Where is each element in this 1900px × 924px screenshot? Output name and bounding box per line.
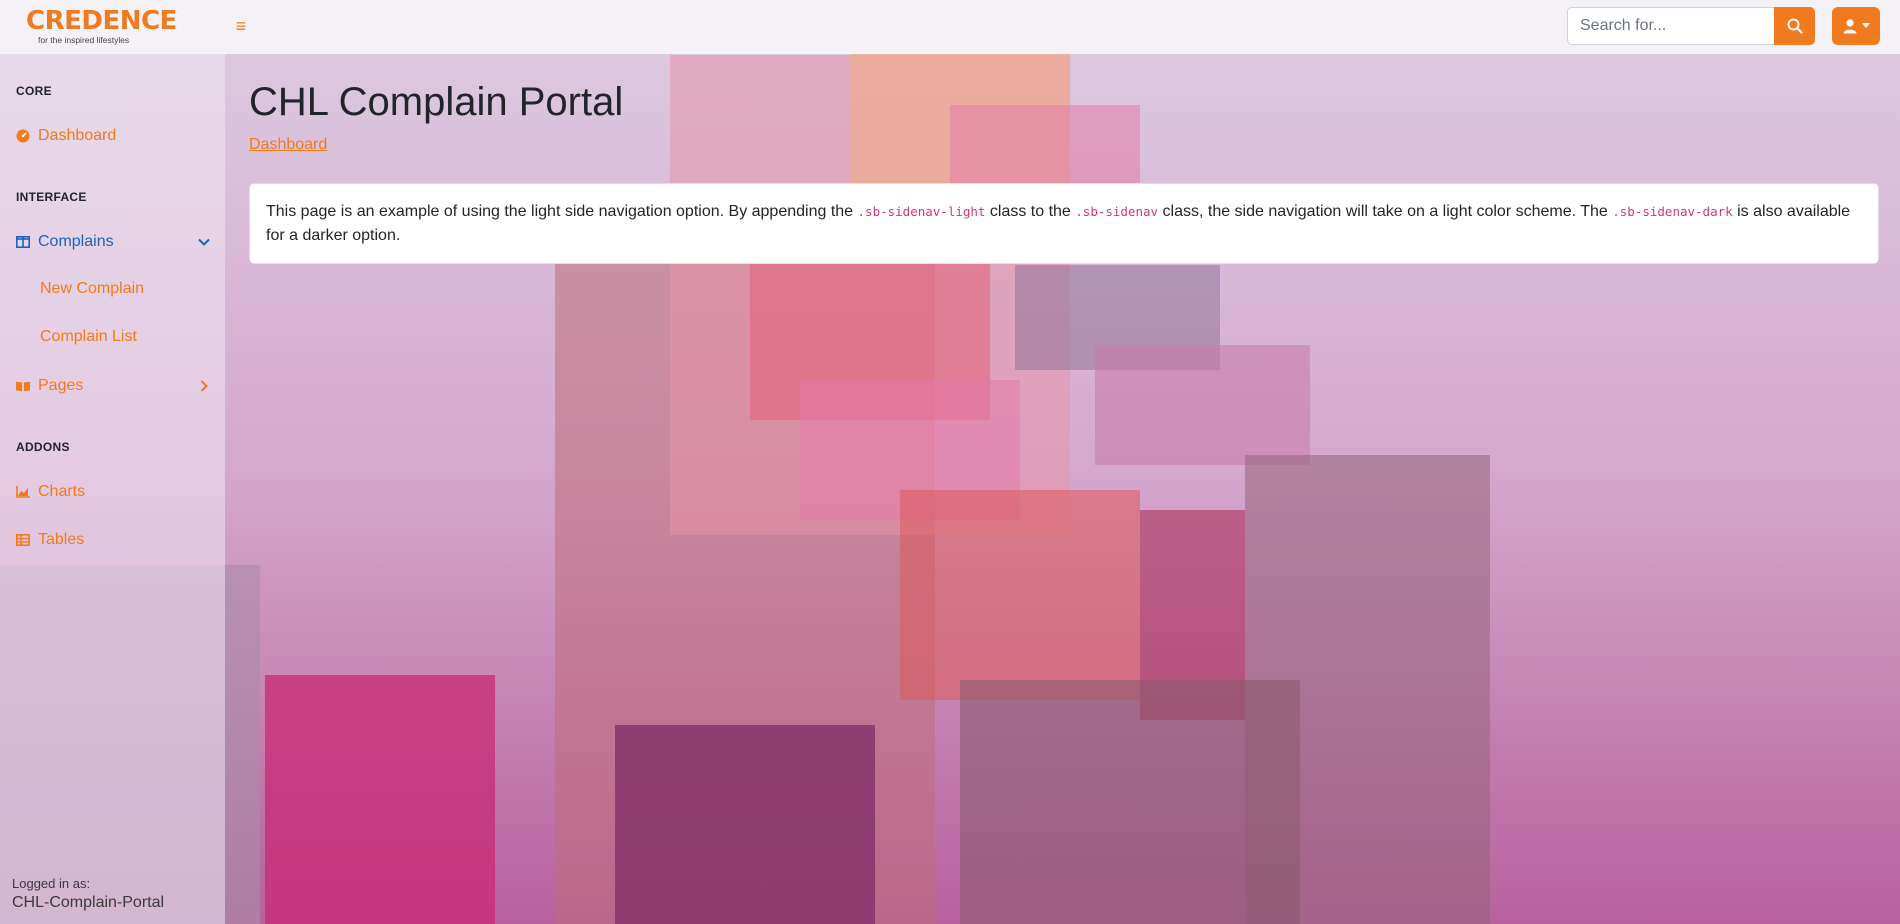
sidebar-item-complain-list[interactable]: Complain List [40,328,137,346]
book-open-icon [16,379,30,393]
code-sidenav-light: .sb-sidenav-light [857,204,986,219]
search-button[interactable] [1774,7,1815,45]
brand-logo[interactable]: CREDENCE for the inspired lifestyles [26,6,177,47]
sidebar-item-label: Pages [38,377,84,394]
sidebar-item-label: Tables [38,531,85,548]
sidebar-item-dashboard[interactable]: Dashboard [16,124,212,148]
brand-name: CREDENCE [26,6,177,36]
columns-icon [16,235,30,249]
sidebar-heading-core: CORE [16,84,52,98]
top-navbar: CREDENCE for the inspired lifestyles ≡ [0,0,1900,54]
brand-tagline: for the inspired lifestyles [38,35,130,45]
card-text-2: class to the [985,203,1076,220]
page-title: CHL Complain Portal [249,80,624,124]
logged-in-user: CHL-Complain-Portal [12,894,165,911]
sidebar-footer: Logged in as: CHL-Complain-Portal [12,876,164,912]
card-text-3: class, the side navigation will take on … [1158,203,1613,220]
sidebar-item-new-complain[interactable]: New Complain [40,280,144,298]
tachometer-icon [16,129,30,143]
breadcrumb-dashboard-link[interactable]: Dashboard [249,136,327,154]
chevron-down-icon [198,238,210,246]
code-sidenav: .sb-sidenav [1075,204,1159,219]
sidebar-toggle-button[interactable]: ≡ [232,15,250,37]
sidebar-heading-addons: ADDONS [16,440,70,454]
sidebar: CORE Dashboard INTERFACE Complains New C… [0,54,225,924]
menu-icon: ≡ [235,16,247,36]
sidebar-heading-interface: INTERFACE [16,190,87,204]
user-icon [1843,19,1857,34]
chevron-right-icon [200,380,208,392]
logged-in-label: Logged in as: [12,876,91,891]
chart-area-icon [16,485,30,499]
sidebar-item-label: Dashboard [38,127,117,144]
info-card: This page is an example of using the lig… [249,183,1879,264]
sidebar-item-label: Charts [38,483,86,500]
search-icon [1787,18,1803,34]
search-input[interactable] [1567,7,1774,45]
search-form [1567,7,1815,45]
sidebar-item-tables[interactable]: Tables [16,528,212,552]
sidebar-item-complains[interactable]: Complains [16,230,212,254]
code-sidenav-dark: .sb-sidenav-dark [1612,204,1733,219]
caret-down-icon [1862,23,1870,28]
user-menu-button[interactable] [1832,7,1880,45]
card-text-1: This page is an example of using the lig… [266,203,858,220]
sidebar-item-charts[interactable]: Charts [16,480,212,504]
table-icon [16,533,30,547]
sidebar-item-label: Complains [38,233,114,250]
sidebar-item-pages[interactable]: Pages [16,374,212,398]
